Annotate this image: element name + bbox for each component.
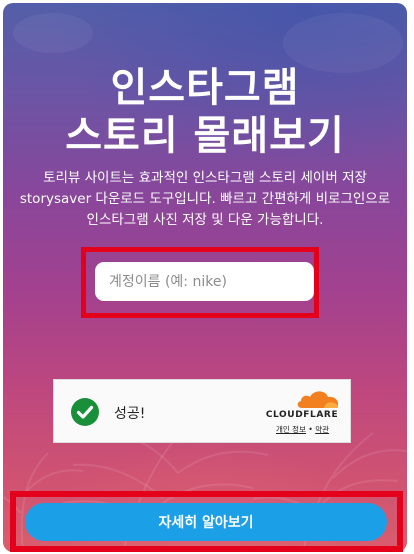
- cloudflare-brand: CLOUDFLARE: [265, 410, 339, 420]
- description: 토리뷰 사이트는 효과적인 인스타그램 스토리 세이버 저장 storysave…: [15, 168, 395, 231]
- cloudflare-cloud-icon: [297, 391, 339, 408]
- success-check-icon: [71, 398, 99, 426]
- privacy-link[interactable]: 개인 정보: [276, 425, 306, 434]
- cloudflare-captcha-widget: 성공! CLOUDFLARE 개인 정보 • 약관: [53, 379, 351, 443]
- link-separator: •: [308, 425, 313, 434]
- account-name-input[interactable]: [95, 262, 314, 301]
- page-title-line2: 스토리 몰래보기: [65, 113, 345, 159]
- description-line: 인스타그램 사진 저장 및 다운 가능합니다.: [86, 212, 324, 228]
- cloudflare-links: 개인 정보 • 약관: [276, 424, 329, 435]
- page-title-line1: 인스타그램: [110, 65, 300, 111]
- captcha-status: 성공!: [114, 406, 146, 422]
- description-line: 토리뷰 사이트는 효과적인 인스타그램 스토리 세이버 저장: [43, 170, 367, 186]
- terms-link[interactable]: 약관: [315, 425, 329, 434]
- learn-more-button[interactable]: 자세히 알아보기: [25, 503, 387, 541]
- description-line: storysaver 다운로드 도구입니다. 빠르고 간편하게 비로그인으로: [19, 191, 391, 207]
